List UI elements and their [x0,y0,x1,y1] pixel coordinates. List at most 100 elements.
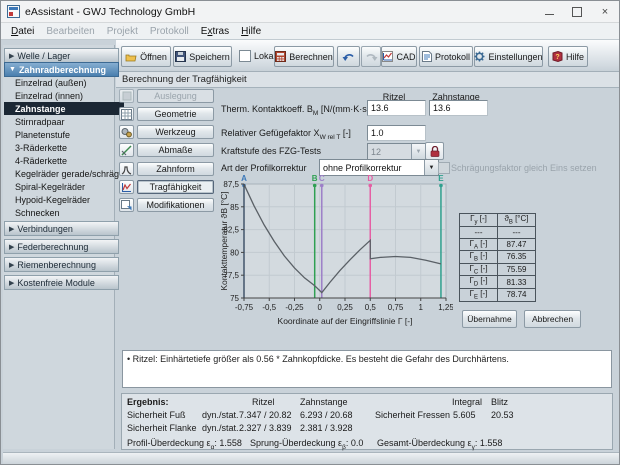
folder-open-icon [125,52,137,62]
menu-hilfe[interactable]: Hilfe [235,23,267,40]
menu-bar: Datei Bearbeiten Projekt Protokoll Extra… [1,23,619,40]
sidebar-item-zahnstange[interactable]: Zahnstange [4,102,124,115]
maximize-button[interactable] [563,1,591,22]
contact-temperature-chart[interactable]: ABCDE-0,75-0,5-0,2500,250,50,7511,257577… [219,173,453,331]
sidebar-item-hypoid-kegelraeder[interactable]: Hypoid-Kegelräder [4,193,124,206]
sidebar-section-riemenberechnung[interactable]: ▶Riemenberechnung [4,257,119,272]
sidebar-item-planetenstufe[interactable]: Planetenstufe [4,128,124,141]
protokoll-button[interactable]: Protokoll [419,46,473,67]
flanke-ritzel-value: 2.327 / 3.839 [239,423,292,433]
sidebar-item-kegelraeder[interactable]: Kegelräder gerade/schräg [4,167,124,180]
sidebar: ▶Welle / Lager ▼Zahnradberechnung Einzel… [3,45,115,449]
minimize-button[interactable] [535,1,563,22]
lokal-checkbox-group[interactable]: Lokal [239,46,276,65]
chevron-right-icon: ▶ [9,279,14,287]
save-disk-icon [175,51,186,62]
geometrie-button[interactable]: Geometrie [137,107,214,121]
maximize-icon [572,7,582,17]
calculate-button[interactable]: Berechnen [274,46,334,67]
redo-button [361,46,381,67]
kontaktkoeff-zahnstange-input[interactable]: 13.6 [429,100,488,116]
window-title: eAssistant - GWJ Technology GmbH [25,6,195,18]
zahnform-button[interactable]: Zahnform [137,162,214,176]
werkzeug-icon [119,125,134,139]
save-button[interactable]: Speichern [173,46,232,67]
menu-extras[interactable]: Extras [195,23,235,40]
abbrechen-button[interactable]: Abbrechen [524,310,581,328]
auslegung-icon [119,89,134,103]
sidebar-item-einzelrad-innen[interactable]: Einzelrad (innen) [4,89,124,102]
gesamt-ueberdeckung: Gesamt-Überdeckung εγ: 1.558 [377,438,502,451]
settings-button[interactable]: Einstellungen [474,46,543,67]
flanke-mode: dyn./stat. [202,423,239,433]
table-header-row: Γy [-]ϑB [°C] [460,214,536,227]
kontaktkoeff-ritzel-input[interactable]: 13.6 [367,100,426,116]
gamma-temperature-table: Γy [-]ϑB [°C] ------ ΓA [-]87.47 ΓB [-]7… [459,213,536,302]
fuss-ritzel-value: 7.347 / 20.82 [239,410,292,420]
results-col-ritzel: Ritzel [252,397,275,407]
fzg-kraftstufe-label: Kraftstufe des FZG-Tests [221,146,321,156]
dropdown-arrow-icon: ▼ [411,144,425,159]
svg-text:1,25: 1,25 [438,303,453,312]
lock-icon [430,146,440,157]
close-button[interactable]: × [591,1,619,22]
sidebar-item-3-raederkette[interactable]: 3-Räderkette [4,141,124,154]
svg-text:87,5: 87,5 [223,180,239,189]
sidebar-section-federberechnung[interactable]: ▶Federberechnung [4,239,119,254]
fuss-zahnstange-value: 6.293 / 20.68 [300,410,353,420]
chevron-right-icon: ▶ [9,261,14,269]
svg-text:-0,75: -0,75 [235,303,254,312]
status-bar [3,452,619,464]
table-row: ΓB [-]76.35 [460,251,536,264]
uebernahme-button[interactable]: Übernahme [462,310,517,328]
sicherheit-fressen-label: Sicherheit Fressen [375,410,450,420]
results-title: Ergebnis: [127,397,169,407]
zahnform-icon [119,162,134,176]
app-window: eAssistant - GWJ Technology GmbH × Datei… [0,0,620,465]
sicherheit-flanke-label: Sicherheit Flanke [127,423,197,433]
gefuegefaktor-input[interactable]: 1.0 [367,125,426,141]
fzg-kraftstufe-select: 12 ▼ [367,143,426,160]
sicherheit-fuss-label: Sicherheit Fuß [127,410,186,420]
sidebar-item-einzelrad-aussen[interactable]: Einzelrad (außen) [4,76,124,89]
sidebar-item-spiral-kegelraeder[interactable]: Spiral-Kegelräder [4,180,124,193]
document-icon [422,51,432,62]
werkzeug-button[interactable]: Werkzeug [137,125,214,139]
tragfaehigkeit-button[interactable]: Tragfähigkeit [137,180,214,194]
lokal-checkbox[interactable] [239,50,251,62]
help-button[interactable]: ? Hilfe [548,46,588,67]
sidebar-item-stirnradpaar[interactable]: Stirnradpaar [4,115,124,128]
open-button[interactable]: Öffnen [121,46,171,67]
abmasse-icon [119,143,134,157]
chevron-right-icon: ▶ [9,243,14,251]
menu-datei[interactable]: Datei [5,23,40,40]
svg-text:0,75: 0,75 [388,303,404,312]
calculator-icon [275,51,286,62]
abmasse-button[interactable]: Abmaße [137,143,214,157]
fressen-integral-value: 5.605 [453,410,476,420]
svg-text:B: B [312,174,318,183]
svg-text:0,25: 0,25 [337,303,353,312]
schraegungsfaktor-label: Schrägungsfaktor gleich Eins setzen [451,163,597,173]
svg-text:Kontakttemperatur ϑB [°C]: Kontakttemperatur ϑB [°C] [219,191,229,290]
geometrie-icon [119,107,134,121]
sidebar-section-zahnradberechnung[interactable]: ▼Zahnradberechnung [4,62,119,77]
results-panel: Ergebnis: Ritzel Zahnstange Integral Bli… [121,393,613,450]
minimize-icon [545,14,554,15]
table-row: ------ [460,226,536,238]
cad-button[interactable]: CAD [381,46,417,67]
table-row: ΓD [-]81.33 [460,276,536,289]
table-row: ΓC [-]75.59 [460,263,536,276]
results-col-blitz: Blitz [491,397,508,407]
sidebar-section-kostenfreie-module[interactable]: ▶Kostenfreie Module [4,275,119,290]
lock-button[interactable] [425,142,444,160]
svg-text:1: 1 [419,303,424,312]
modifikationen-button[interactable]: Modifikationen [137,198,214,212]
sidebar-section-welle-lager[interactable]: ▶Welle / Lager [4,48,119,63]
sidebar-item-schnecken[interactable]: Schnecken [4,206,124,219]
undo-button[interactable] [337,46,360,67]
sidebar-item-4-raederkette[interactable]: 4-Räderkette [4,154,124,167]
sidebar-section-verbindungen[interactable]: ▶Verbindungen [4,221,119,236]
svg-text:80: 80 [230,248,239,257]
chevron-right-icon: ▶ [9,225,14,233]
